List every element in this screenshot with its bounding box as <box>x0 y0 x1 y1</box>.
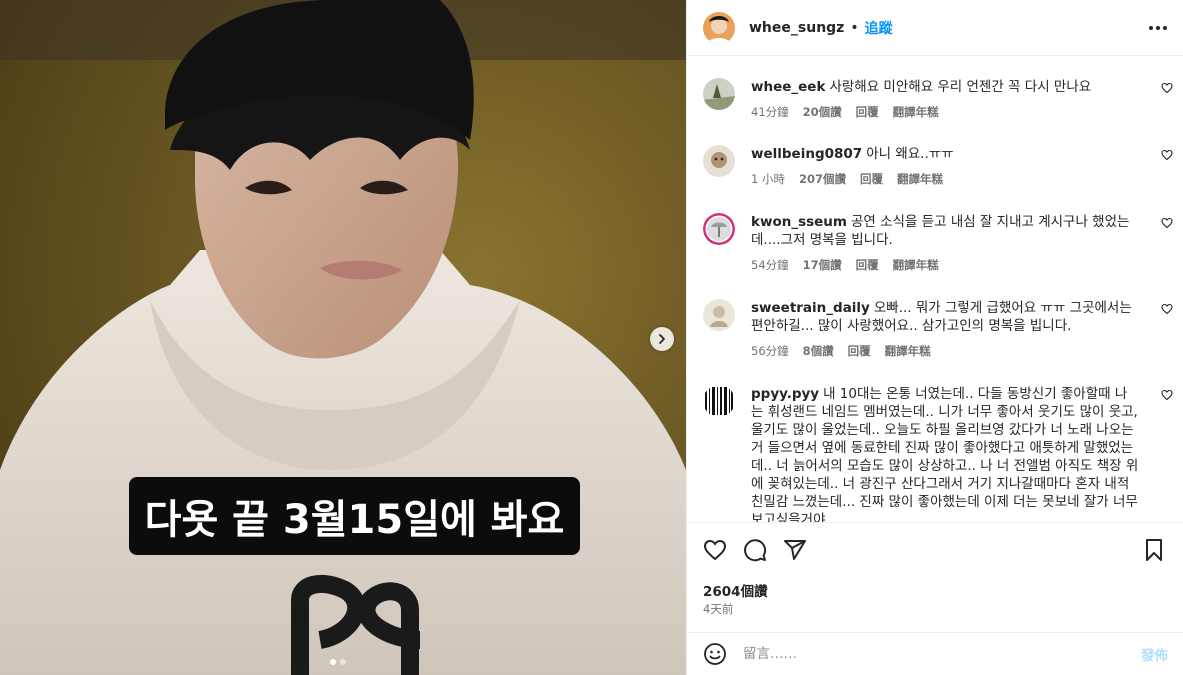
reply-button[interactable]: 回覆 <box>848 343 871 359</box>
story-caption: 다욧 끝 3월15일에 봐요 <box>129 477 580 555</box>
comment-username[interactable]: wellbeing0807 <box>751 146 862 162</box>
carousel-indicator <box>330 659 346 665</box>
post-side-panel: whee_sungz • 追蹤 whee_eek 사랑해요 미안해요 우리 언젠간… <box>686 0 1183 675</box>
comment-likes[interactable]: 8個讚 <box>803 343 834 359</box>
post-photo <box>0 0 686 675</box>
save-bookmark-icon[interactable] <box>1142 538 1166 562</box>
comment-likes[interactable]: 17個讚 <box>803 257 842 273</box>
more-options-icon[interactable] <box>1149 20 1167 36</box>
heart-icon[interactable] <box>1161 149 1173 161</box>
comment-text: 내 10대는 온통 너였는데.. 다들 동방신기 좋아할때 나는 휘성랜드 네임… <box>751 386 1139 522</box>
translate-button[interactable]: 翻譯年糕 <box>897 171 943 187</box>
comment-icon[interactable] <box>743 538 767 562</box>
commenter-avatar[interactable] <box>703 78 735 110</box>
comment-item: whee_eek 사랑해요 미안해요 우리 언젠간 꼭 다시 만나요 41分鐘 2… <box>703 78 1173 120</box>
post-date[interactable]: 4天前 <box>703 601 733 617</box>
like-heart-icon[interactable] <box>703 538 727 562</box>
translate-button[interactable]: 翻譯年糕 <box>893 104 939 120</box>
comment-likes[interactable]: 207個讚 <box>799 171 846 187</box>
follow-button[interactable]: 追蹤 <box>865 18 893 38</box>
carousel-dot <box>330 659 336 665</box>
translate-button[interactable]: 翻譯年糕 <box>885 343 931 359</box>
heart-icon[interactable] <box>1161 303 1173 315</box>
comment-item: sweetrain_daily 오빠... 뭐가 그렇게 급했어요 ㅠㅠ 그곳에서… <box>703 299 1173 359</box>
reply-button[interactable]: 回覆 <box>856 104 879 120</box>
comment-input[interactable] <box>743 646 1123 662</box>
post-header: whee_sungz • 追蹤 <box>687 0 1183 56</box>
reply-button[interactable]: 回覆 <box>860 171 883 187</box>
commenter-avatar[interactable] <box>703 145 735 177</box>
comment-item: wellbeing0807 아니 왜요..ㅠㅠ 1 小時 207個讚 回覆 翻譯年… <box>703 145 1173 187</box>
post-comment-button[interactable]: 發佈 <box>1141 644 1168 664</box>
chevron-right-icon <box>659 334 665 344</box>
author-username[interactable]: whee_sungz <box>749 20 844 36</box>
comment-username[interactable]: sweetrain_daily <box>751 300 870 316</box>
commenter-avatar[interactable] <box>703 213 735 245</box>
comment-username[interactable]: ppyy.pyy <box>751 386 819 402</box>
comments-list[interactable]: whee_eek 사랑해요 미안해요 우리 언젠간 꼭 다시 만나요 41分鐘 2… <box>687 57 1183 522</box>
carousel-dot <box>340 659 346 665</box>
comment-username[interactable]: whee_eek <box>751 79 825 95</box>
author-avatar[interactable] <box>703 11 735 44</box>
header-separator: • <box>850 19 859 36</box>
comment-time: 1 小時 <box>751 172 785 186</box>
comment-username[interactable]: kwon_sseum <box>751 214 847 230</box>
post-actions: 2604個讚 4天前 <box>687 522 1183 632</box>
post-media[interactable]: 다욧 끝 3월15일에 봐요 <box>0 0 686 675</box>
commenter-avatar[interactable] <box>703 299 735 331</box>
commenter-avatar[interactable] <box>703 385 735 417</box>
share-icon[interactable] <box>783 538 807 562</box>
comment-time: 56分鐘 <box>751 344 789 358</box>
comment-likes[interactable]: 20個讚 <box>803 104 842 120</box>
comment-composer: 發佈 <box>687 632 1183 675</box>
translate-button[interactable]: 翻譯年糕 <box>893 257 939 273</box>
heart-icon[interactable] <box>1161 82 1173 94</box>
heart-icon[interactable] <box>1161 217 1173 229</box>
comment-text: 아니 왜요..ㅠㅠ <box>866 146 954 162</box>
likes-count[interactable]: 2604個讚 <box>703 580 768 600</box>
comment-item: kwon_sseum 공연 소식을 듣고 내심 잘 지내고 계시구나 했었는데..… <box>703 213 1173 273</box>
comment-item: ppyy.pyy 내 10대는 온통 너였는데.. 다들 동방신기 좋아할때 나는… <box>703 385 1173 522</box>
heart-icon[interactable] <box>1161 389 1173 401</box>
next-slide-button[interactable] <box>650 327 674 351</box>
emoji-icon[interactable] <box>703 642 727 666</box>
comment-time: 54分鐘 <box>751 258 789 272</box>
reply-button[interactable]: 回覆 <box>856 257 879 273</box>
comment-time: 41分鐘 <box>751 105 789 119</box>
comment-text: 사랑해요 미안해요 우리 언젠간 꼭 다시 만나요 <box>829 79 1092 95</box>
